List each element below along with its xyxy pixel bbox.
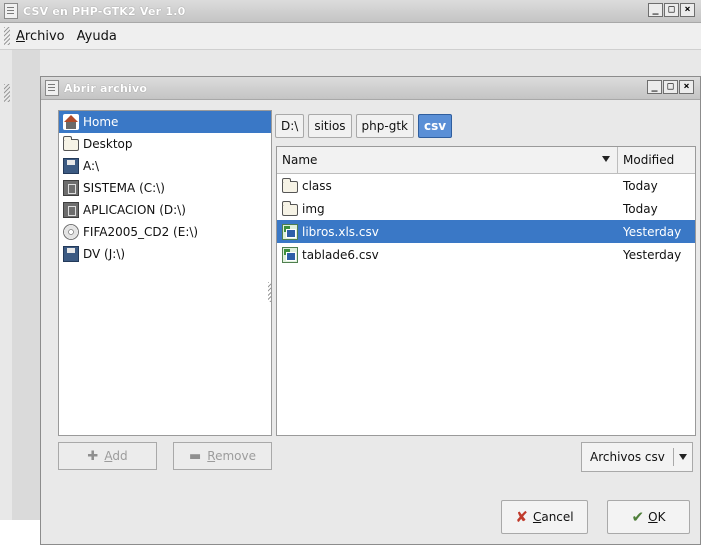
plus-icon: ✚ (87, 448, 99, 464)
home-icon (63, 114, 79, 130)
chevron-down-icon (674, 454, 692, 460)
folder-icon (63, 136, 79, 151)
menubar-grip-icon[interactable] (4, 27, 10, 45)
column-header-name[interactable]: Name (277, 147, 618, 173)
csv-file-icon (282, 246, 298, 263)
filter-value: Archivos csv (590, 450, 665, 464)
file-row[interactable]: tablade6.csv Yesterday (277, 243, 695, 266)
main-window-controls: _ □ × (648, 3, 695, 17)
place-label: FIFA2005_CD2 (E:\) (83, 225, 199, 239)
remove-bookmark-button[interactable]: ▬ Remove (173, 442, 272, 470)
place-label: DV (J:\) (83, 247, 126, 261)
dialog-close-button[interactable]: × (679, 80, 694, 94)
place-label: Home (83, 115, 119, 129)
place-label: A:\ (83, 159, 100, 173)
dialog-maximize-button[interactable]: □ (663, 80, 678, 94)
place-drive-a[interactable]: A:\ (59, 155, 271, 177)
main-window-title: CSV en PHP-GTK2 Ver 1.0 (23, 4, 186, 18)
file-row[interactable]: img Today (277, 197, 695, 220)
maximize-button[interactable]: □ (664, 3, 679, 17)
file-modified: Yesterday (623, 224, 682, 239)
path-crumb-drive[interactable]: D:\ (275, 114, 305, 138)
place-label: SISTEMA (C:\) (83, 181, 165, 195)
menubar: Archivo Ayuda (0, 23, 701, 50)
cancel-icon: ✘ (515, 508, 528, 526)
menu-ayuda[interactable]: Ayuda (77, 29, 117, 44)
dialog-window-controls: _ □ × (647, 80, 694, 94)
floppy-icon (63, 246, 79, 262)
file-name: libros.xls.csv (302, 224, 379, 239)
file-row[interactable]: class Today (277, 174, 695, 197)
place-drive-j[interactable]: DV (J:\) (59, 243, 271, 265)
open-file-dialog: Abrir archivo _ □ × Home Desktop A:\ SIS… (40, 76, 701, 545)
folder-icon (282, 177, 298, 193)
main-window-body (12, 50, 40, 520)
toolbar-grip-icon[interactable] (4, 84, 10, 102)
hard-disk-icon (63, 180, 79, 196)
dialog-app-icon (45, 80, 59, 96)
dialog-titlebar[interactable]: Abrir archivo _ □ × (41, 77, 700, 100)
place-label: APLICACION (D:\) (83, 203, 186, 217)
file-list: Name Modified class Today img Today libr… (276, 146, 696, 436)
path-crumb-php-gtk[interactable]: php-gtk (355, 114, 414, 138)
ok-button[interactable]: ✔ OK (607, 500, 690, 534)
place-drive-c[interactable]: SISTEMA (C:\) (59, 177, 271, 199)
ok-icon: ✔ (631, 508, 645, 526)
close-button[interactable]: × (680, 3, 695, 17)
main-titlebar[interactable]: CSV en PHP-GTK2 Ver 1.0 _ □ × (0, 0, 701, 23)
places-sidebar: Home Desktop A:\ SISTEMA (C:\) APLICACIO… (58, 110, 272, 436)
file-row-selected[interactable]: libros.xls.csv Yesterday (277, 220, 695, 243)
add-bookmark-button[interactable]: ✚ Add (58, 442, 157, 470)
file-name: tablade6.csv (302, 247, 379, 262)
menu-archivo[interactable]: Archivo (16, 29, 65, 44)
place-home[interactable]: Home (59, 111, 271, 133)
dialog-title: Abrir archivo (64, 81, 148, 95)
file-modified: Yesterday (623, 247, 682, 262)
hard-disk-icon (63, 202, 79, 218)
pane-resize-handle[interactable] (268, 282, 272, 302)
app-icon (4, 3, 18, 19)
file-modified: Today (623, 178, 658, 193)
floppy-icon (63, 158, 79, 174)
minus-icon: ▬ (188, 448, 202, 464)
place-desktop[interactable]: Desktop (59, 133, 271, 155)
file-modified: Today (623, 201, 658, 216)
path-bar: D:\ sitios php-gtk csv (275, 114, 453, 138)
path-crumb-csv[interactable]: csv (418, 114, 453, 138)
cancel-button[interactable]: ✘ Cancel (501, 500, 588, 534)
dialog-minimize-button[interactable]: _ (647, 80, 662, 94)
csv-file-icon (282, 223, 298, 240)
folder-icon (282, 200, 298, 216)
minimize-button[interactable]: _ (648, 3, 663, 17)
path-crumb-sitios[interactable]: sitios (308, 114, 352, 138)
place-drive-d[interactable]: APLICACION (D:\) (59, 199, 271, 221)
cdrom-icon (63, 224, 79, 240)
place-drive-e[interactable]: FIFA2005_CD2 (E:\) (59, 221, 271, 243)
file-list-header: Name Modified (277, 147, 695, 174)
file-name: class (302, 178, 332, 193)
file-name: img (302, 201, 325, 216)
column-header-modified[interactable]: Modified (618, 147, 695, 173)
place-label: Desktop (83, 137, 133, 151)
sort-descending-icon (602, 156, 610, 162)
file-type-filter-select[interactable]: Archivos csv (581, 442, 693, 472)
